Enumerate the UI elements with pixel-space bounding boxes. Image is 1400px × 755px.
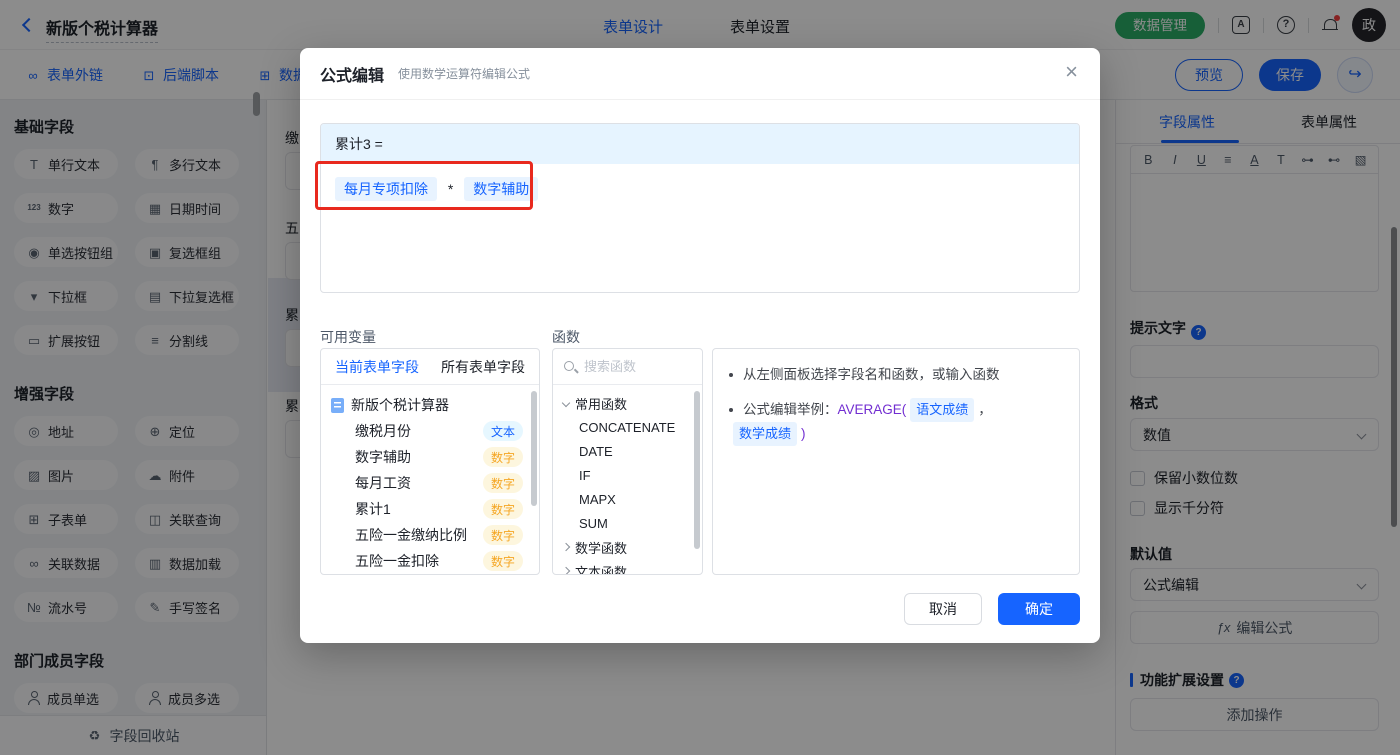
type-badge: 数字 bbox=[482, 473, 523, 493]
function-item[interactable]: IF bbox=[553, 463, 702, 487]
function-search-input[interactable] bbox=[584, 359, 684, 374]
formula-help-panel: 从左侧面板选择字段名和函数，或输入函数 公式编辑举例： AVERAGE( 语文成… bbox=[712, 348, 1080, 575]
example-function-close: ) bbox=[801, 426, 806, 441]
type-badge: 数字 bbox=[482, 551, 523, 571]
dialog-subtitle: 使用数学运算符编辑公式 bbox=[398, 67, 531, 81]
functions-section-label: 函数 bbox=[552, 329, 580, 345]
formula-operator: * bbox=[447, 181, 454, 197]
function-item[interactable]: DATE bbox=[553, 439, 702, 463]
type-badge: 数字 bbox=[482, 447, 523, 467]
variables-panel: 当前表单字段 所有表单字段 新版个税计算器 缴税月份 文本 数字辅助 数字 每月工资… bbox=[320, 348, 540, 575]
chevron-down-icon bbox=[561, 398, 571, 408]
help-text: 从左侧面板选择字段名和函数，或输入函数 bbox=[743, 367, 1000, 382]
dialog-title: 公式编辑 bbox=[320, 67, 385, 85]
help-example-label: 公式编辑举例： bbox=[743, 402, 838, 417]
confirm-button[interactable]: 确定 bbox=[998, 593, 1080, 625]
type-badge: 数字 bbox=[482, 525, 523, 545]
cancel-button[interactable]: 取消 bbox=[904, 593, 982, 625]
form-doc-icon bbox=[331, 397, 344, 413]
example-field-token: 语文成绩 bbox=[910, 398, 975, 422]
variable-row[interactable]: 数字辅助 数字 bbox=[321, 444, 539, 470]
type-badge: 数字 bbox=[482, 499, 523, 519]
chevron-right-icon bbox=[561, 566, 571, 574]
formula-editor-dialog: 公式编辑 使用数学运算符编辑公式 × 累计3 = 每月专项扣除 * 数字辅助 可… bbox=[300, 48, 1100, 643]
function-item[interactable]: MAPX bbox=[553, 487, 702, 511]
variable-row[interactable]: 缴税月份 文本 bbox=[321, 418, 539, 444]
example-function-open: AVERAGE( bbox=[837, 402, 907, 417]
functions-panel: 常用函数 CONCATENATE DATE IF MAPX SUM 数学函数 文… bbox=[552, 348, 703, 575]
variable-row[interactable]: 每月工资 数字 bbox=[321, 470, 539, 496]
function-group-math[interactable]: 数学函数 bbox=[553, 535, 702, 559]
variable-row[interactable]: 五险一金扣除 数字 bbox=[321, 548, 539, 574]
function-group-common[interactable]: 常用函数 bbox=[553, 391, 702, 415]
search-icon bbox=[563, 360, 577, 374]
close-icon[interactable]: × bbox=[1065, 61, 1078, 83]
bullet bbox=[729, 408, 733, 412]
example-field-token: 数学成绩 bbox=[733, 422, 798, 446]
function-group-text[interactable]: 文本函数 bbox=[553, 559, 702, 574]
type-badge: 文本 bbox=[482, 421, 523, 441]
tab-current-form-fields[interactable]: 当前表单字段 bbox=[335, 357, 419, 377]
function-item[interactable]: CONCATENATE bbox=[553, 415, 702, 439]
variables-scrollbar[interactable] bbox=[531, 391, 537, 506]
functions-scrollbar[interactable] bbox=[694, 391, 700, 549]
formula-field-token[interactable]: 数字辅助 bbox=[464, 177, 539, 201]
formula-field-token[interactable]: 每月专项扣除 bbox=[335, 177, 437, 201]
formula-target: 累计3 = bbox=[321, 124, 1079, 164]
variable-row[interactable]: 累计1 数字 bbox=[321, 496, 539, 522]
example-comma: ， bbox=[978, 402, 992, 417]
chevron-right-icon bbox=[561, 542, 571, 552]
variables-root-form[interactable]: 新版个税计算器 bbox=[321, 392, 539, 418]
variables-section-label: 可用变量 bbox=[320, 329, 376, 345]
function-item[interactable]: SUM bbox=[553, 511, 702, 535]
tab-all-form-fields[interactable]: 所有表单字段 bbox=[441, 357, 525, 377]
bullet bbox=[729, 373, 733, 377]
function-search[interactable] bbox=[553, 349, 702, 385]
formula-editor-area[interactable]: 累计3 = 每月专项扣除 * 数字辅助 bbox=[320, 123, 1080, 293]
variable-row[interactable]: 五险一金缴纳比例 数字 bbox=[321, 522, 539, 548]
